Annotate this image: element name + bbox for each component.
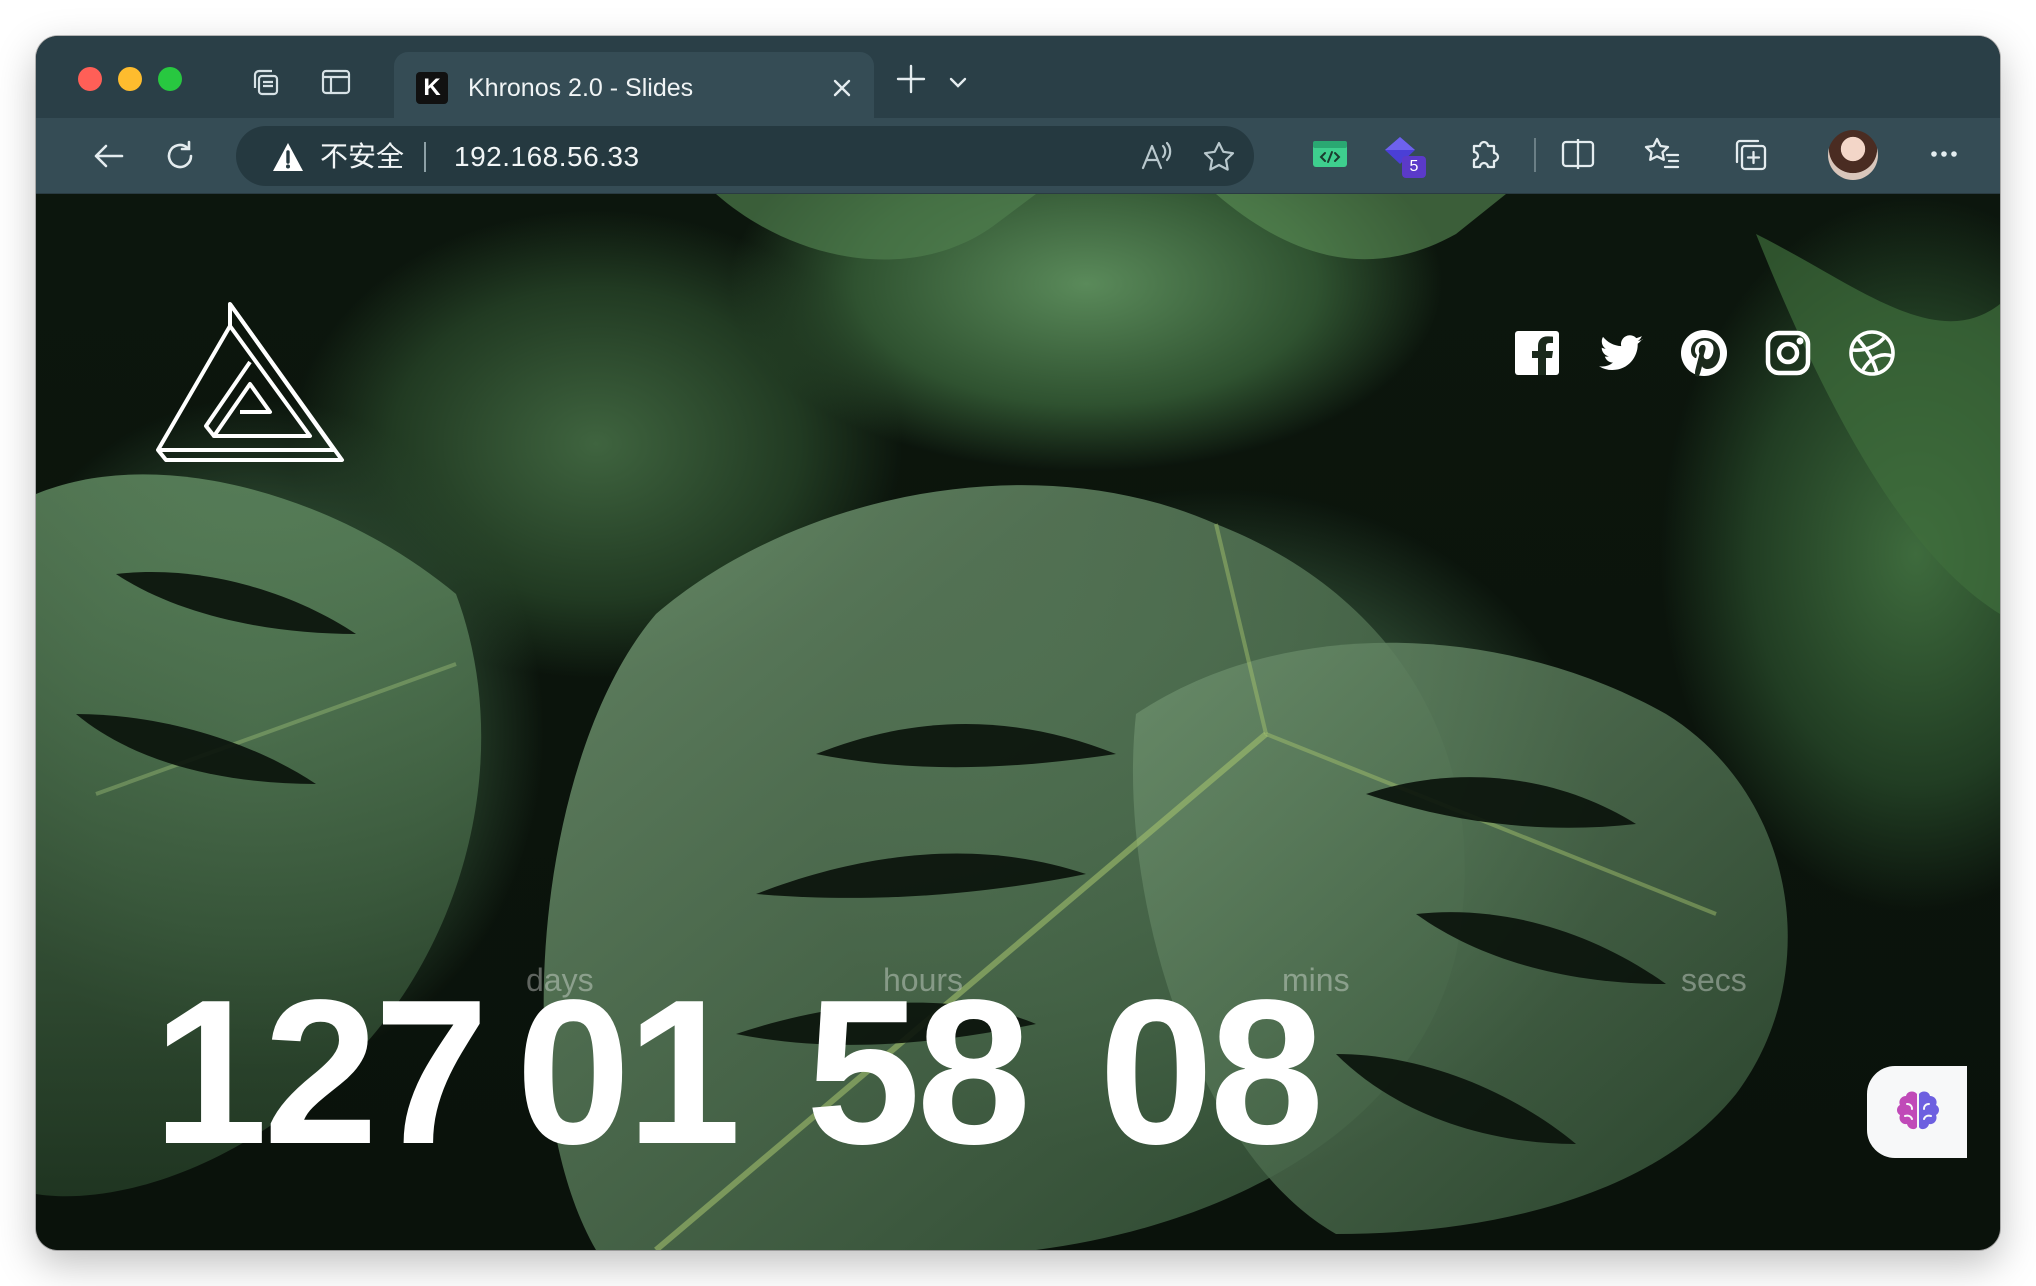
twitter-icon[interactable] (1597, 329, 1645, 377)
tab-khronos[interactable]: K Khronos 2.0 - Slides (394, 52, 874, 118)
close-window-button[interactable] (78, 67, 102, 91)
pinterest-icon[interactable] (1680, 329, 1728, 377)
tab-list-icon[interactable] (946, 70, 970, 94)
profile-avatar[interactable] (1828, 130, 1878, 180)
split-screen-icon[interactable] (1558, 134, 1598, 174)
workspaces-icon[interactable] (248, 64, 284, 100)
assistant-button[interactable] (1867, 1066, 1967, 1158)
refresh-icon[interactable] (162, 138, 198, 174)
title-bar: K Khronos 2.0 - Slides (36, 36, 2000, 118)
favorites-icon[interactable] (1642, 134, 1682, 174)
favorite-star-icon[interactable] (1202, 140, 1236, 174)
read-aloud-icon[interactable] (1140, 140, 1174, 174)
tab-favicon: K (416, 72, 448, 104)
countdown-secs-label: secs (1681, 962, 1747, 998)
extensions-icon[interactable] (1464, 134, 1504, 174)
countdown-hours-value: 01 (516, 957, 741, 1187)
countdown-days-value: 127 (153, 957, 489, 1187)
tab-title: Khronos 2.0 - Slides (468, 74, 694, 102)
brain-icon (1897, 1091, 1939, 1130)
facebook-icon[interactable] (1513, 329, 1561, 377)
warning-icon[interactable] (272, 142, 304, 172)
close-icon[interactable] (828, 74, 856, 102)
more-icon[interactable] (1924, 134, 1964, 174)
browser-window: K Khronos 2.0 - Slides 不安全 192.168.56.33 (36, 36, 2000, 1250)
address-separator (424, 142, 426, 172)
address-bar[interactable]: 不安全 192.168.56.33 (236, 126, 1254, 186)
dev-tools-extension-icon[interactable] (1310, 134, 1350, 174)
toolbar-separator (1534, 138, 1536, 172)
url-text[interactable]: 192.168.56.33 (454, 141, 640, 173)
khronos-logo-icon[interactable] (154, 300, 346, 470)
dribbble-icon[interactable] (1848, 329, 1896, 377)
new-tab-icon[interactable] (894, 62, 928, 96)
countdown-mins-value: 58 (806, 957, 1031, 1187)
countdown-secs-value: 08 (1099, 957, 1324, 1187)
address-toolbar: 不安全 192.168.56.33 5 (36, 118, 2000, 194)
extension-badge: 5 (1402, 156, 1426, 178)
page-viewport: 127 days 01 hours 58 mins 08 secs (36, 194, 2000, 1250)
minimize-window-button[interactable] (118, 67, 142, 91)
zoom-window-button[interactable] (158, 67, 182, 91)
security-label[interactable]: 不安全 (320, 141, 404, 173)
collections-icon[interactable] (1730, 134, 1770, 174)
instagram-icon[interactable] (1764, 329, 1812, 377)
back-icon[interactable] (91, 138, 127, 174)
tab-actions-icon[interactable] (318, 64, 354, 100)
